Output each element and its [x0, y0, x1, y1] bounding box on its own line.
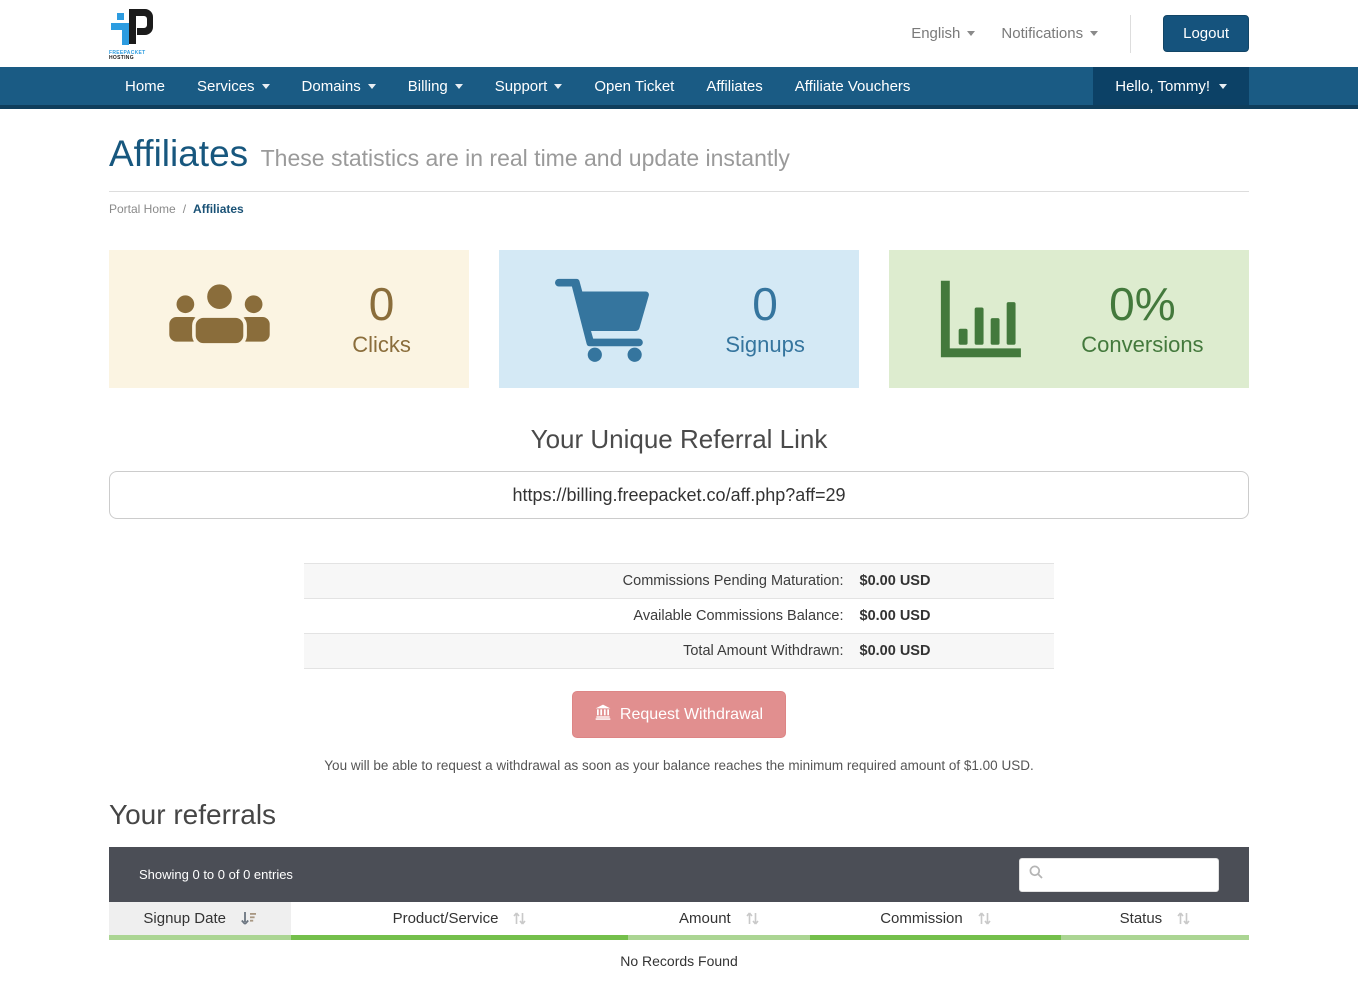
language-dropdown[interactable]: English — [911, 25, 975, 42]
notifications-dropdown[interactable]: Notifications — [1001, 25, 1098, 42]
caret-down-icon — [1090, 31, 1098, 36]
clicks-card: 0 Clicks — [109, 250, 469, 388]
caret-down-icon — [967, 31, 975, 36]
column-header-status[interactable]: Status — [1061, 902, 1249, 940]
user-menu-label: Hello, Tommy! — [1115, 78, 1210, 95]
breadcrumb: Portal Home / Affiliates — [109, 192, 1249, 226]
main-navbar: Home Services Domains Billing Support Op… — [0, 67, 1358, 109]
sort-both-icon — [1176, 911, 1190, 926]
logo-tagline-line2: HOSTING — [109, 56, 169, 61]
nav-item-affiliate-vouchers[interactable]: Affiliate Vouchers — [779, 67, 927, 105]
signups-label: Signups — [725, 332, 805, 358]
clicks-label: Clicks — [352, 332, 411, 358]
column-header-amount[interactable]: Amount — [628, 902, 810, 940]
search-input[interactable] — [1050, 867, 1210, 882]
commission-row: Available Commissions Balance: $0.00 USD — [304, 599, 1054, 634]
page-head: Affiliates These statistics are in real … — [109, 133, 1249, 192]
breadcrumb-separator: / — [183, 202, 186, 216]
commission-value: $0.00 USD — [852, 564, 1055, 598]
conversions-label: Conversions — [1081, 332, 1203, 358]
referral-link-heading: Your Unique Referral Link — [109, 424, 1249, 455]
commission-value: $0.00 USD — [852, 599, 1055, 633]
sort-both-icon — [745, 911, 759, 926]
breadcrumb-current: Affiliates — [193, 202, 244, 216]
bank-icon — [595, 704, 611, 725]
logout-button[interactable]: Logout — [1163, 15, 1249, 52]
bar-chart-icon — [934, 279, 1026, 359]
stat-cards: 0 Clicks 0 Signups — [109, 250, 1249, 388]
nav-item-billing[interactable]: Billing — [392, 67, 479, 105]
site-logo[interactable]: FREEPACKET HOSTING — [109, 7, 169, 61]
caret-down-icon — [554, 84, 562, 89]
caret-down-icon — [1219, 84, 1227, 89]
commission-row: Commissions Pending Maturation: $0.00 US… — [304, 564, 1054, 599]
notifications-label: Notifications — [1001, 25, 1083, 42]
top-header: FREEPACKET HOSTING English Notifications… — [0, 0, 1358, 67]
shopping-cart-icon — [553, 274, 653, 364]
referrals-heading: Your referrals — [109, 799, 1249, 831]
main-content: Affiliates These statistics are in real … — [109, 133, 1249, 983]
nav-item-support[interactable]: Support — [479, 67, 579, 105]
referrals-table-header: Signup Date Product/Service Amount — [109, 902, 1249, 940]
clicks-value: 0 — [352, 280, 411, 328]
referral-link-box[interactable]: https://billing.freepacket.co/aff.php?af… — [109, 471, 1249, 519]
caret-down-icon — [262, 84, 270, 89]
sort-both-icon — [977, 911, 991, 926]
showing-entries-text: Showing 0 to 0 of 0 entries — [139, 867, 293, 882]
column-header-product-service[interactable]: Product/Service — [291, 902, 627, 940]
referral-link-url: https://billing.freepacket.co/aff.php?af… — [512, 485, 845, 506]
commission-value: $0.00 USD — [852, 634, 1055, 668]
nav-item-home[interactable]: Home — [109, 67, 181, 105]
referrals-toolbar: Showing 0 to 0 of 0 entries — [109, 847, 1249, 902]
commission-label: Total Amount Withdrawn: — [304, 634, 852, 668]
caret-down-icon — [368, 84, 376, 89]
sort-both-icon — [512, 911, 526, 926]
freepacket-logo-icon — [109, 7, 161, 51]
conversions-value: 0% — [1081, 280, 1203, 328]
commission-label: Available Commissions Balance: — [304, 599, 852, 633]
header-divider — [1130, 15, 1131, 53]
column-header-signup-date[interactable]: Signup Date — [109, 902, 291, 940]
user-menu[interactable]: Hello, Tommy! — [1093, 67, 1249, 105]
no-records-message: No Records Found — [109, 940, 1249, 983]
users-icon — [167, 277, 272, 361]
withdrawal-note: You will be able to request a withdrawal… — [109, 758, 1249, 773]
signups-value: 0 — [725, 280, 805, 328]
column-header-commission[interactable]: Commission — [810, 902, 1061, 940]
request-withdrawal-label: Request Withdrawal — [620, 706, 763, 724]
commissions-summary: Commissions Pending Maturation: $0.00 US… — [304, 563, 1054, 669]
page-title: Affiliates — [109, 133, 248, 174]
caret-down-icon — [455, 84, 463, 89]
nav-item-domains[interactable]: Domains — [286, 67, 392, 105]
nav-item-services[interactable]: Services — [181, 67, 286, 105]
nav-spacer — [926, 67, 1093, 105]
search-icon — [1028, 864, 1044, 885]
conversions-card: 0% Conversions — [889, 250, 1249, 388]
commission-row: Total Amount Withdrawn: $0.00 USD — [304, 634, 1054, 669]
request-withdrawal-button[interactable]: Request Withdrawal — [572, 691, 786, 738]
table-search-box[interactable] — [1019, 858, 1219, 892]
page-subtitle: These statistics are in real time and up… — [261, 145, 790, 171]
commission-label: Commissions Pending Maturation: — [304, 564, 852, 598]
sort-desc-icon — [240, 911, 257, 926]
nav-item-open-ticket[interactable]: Open Ticket — [578, 67, 690, 105]
nav-item-affiliates[interactable]: Affiliates — [690, 67, 778, 105]
signups-card: 0 Signups — [499, 250, 859, 388]
language-label: English — [911, 25, 960, 42]
breadcrumb-portal-home[interactable]: Portal Home — [109, 202, 176, 216]
